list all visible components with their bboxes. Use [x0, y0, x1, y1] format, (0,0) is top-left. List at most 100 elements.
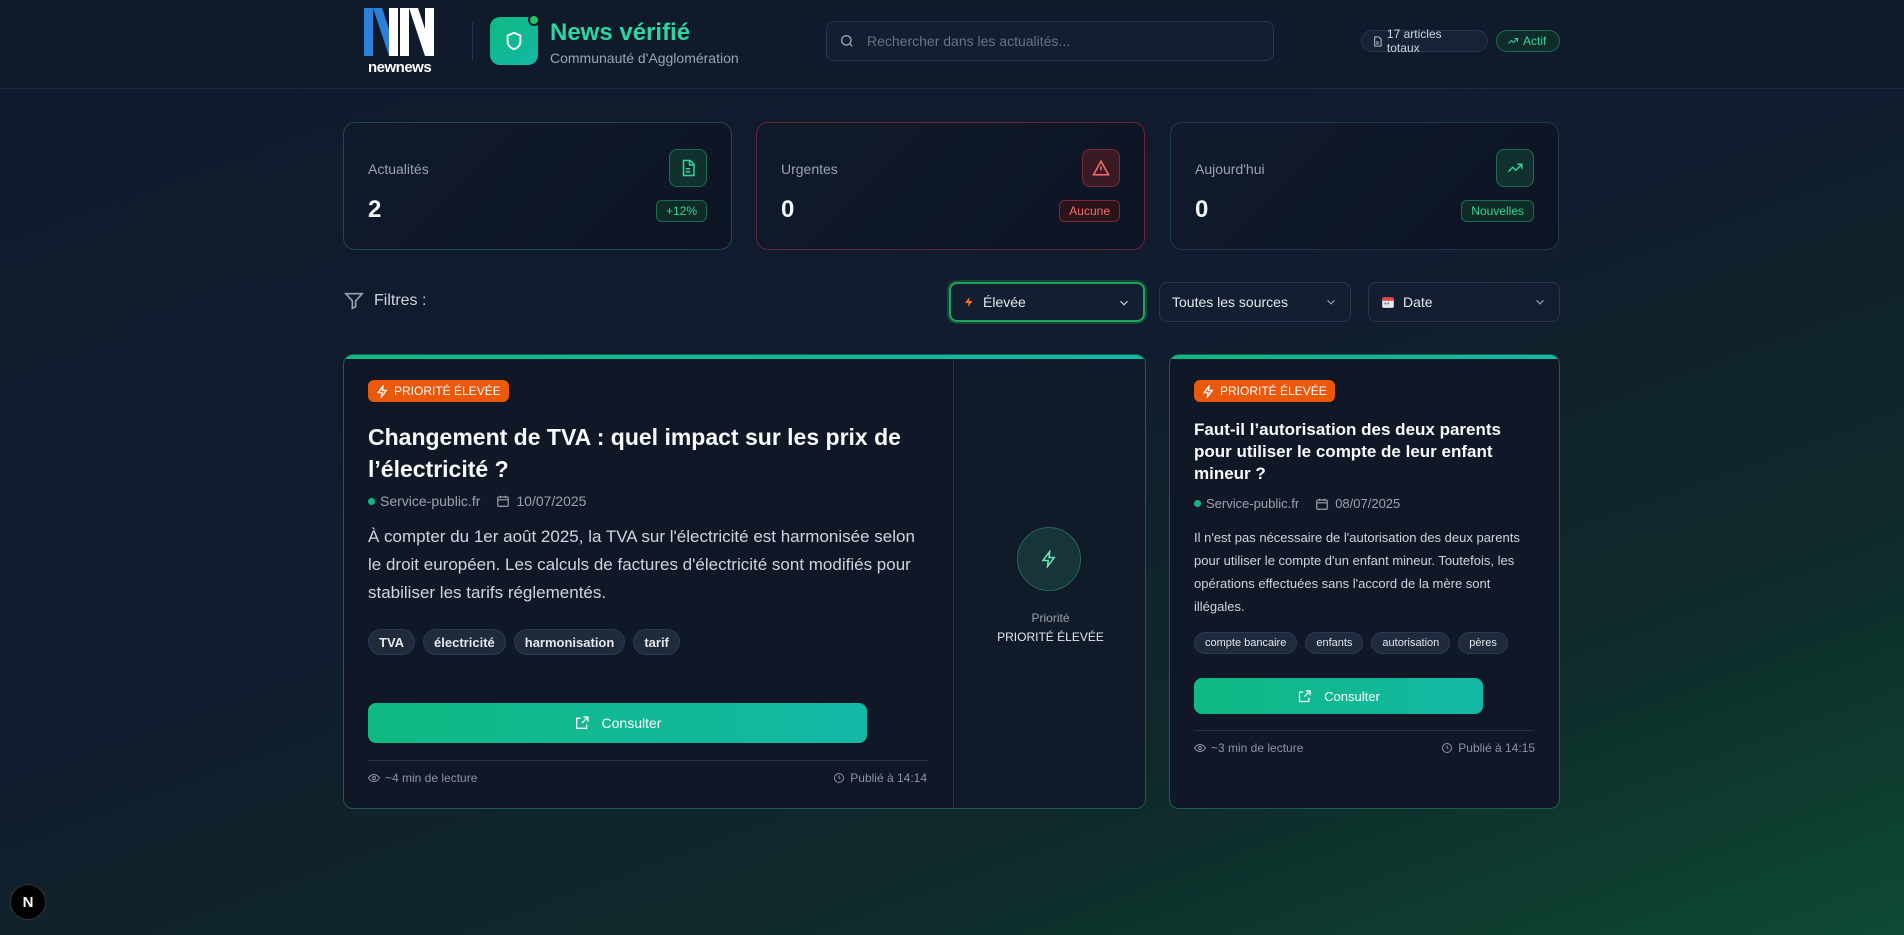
filters-label: Filtres :: [344, 292, 426, 310]
article-meta: Service-public.fr 10/07/2025: [368, 493, 586, 509]
stat-value: 0: [1195, 196, 1209, 223]
calendar-icon: [497, 495, 510, 507]
source-filter-value: Toutes les sources: [1172, 294, 1288, 310]
online-status-dot: [528, 14, 540, 26]
article-excerpt: À compter du 1er août 2025, la TVA sur l…: [368, 527, 915, 602]
article-meta: Service-public.fr 08/07/2025: [1194, 496, 1400, 511]
reading-time-text: ~4 min de lecture: [385, 771, 478, 785]
lightning-icon: [376, 384, 388, 398]
total-articles-text: 17 articles totaux: [1386, 27, 1442, 55]
tag[interactable]: autorisation: [1371, 632, 1451, 654]
stat-card-actualites: Actualités 2 +12%: [343, 122, 732, 250]
active-status-text: Actif: [1523, 34, 1547, 48]
stat-card-urgentes: Urgentes 0 Aucune: [756, 122, 1145, 250]
article-title[interactable]: Faut-il l’autorisation des deux parents …: [1194, 419, 1534, 485]
source-filter-select[interactable]: Toutes les sources: [1159, 282, 1351, 322]
filters-label-text: Filtres :: [374, 292, 427, 309]
side-priority-label: Priorité: [1031, 611, 1070, 625]
tag[interactable]: harmonisation: [513, 629, 626, 655]
priority-badge: PRIORITÉ ÉLEVÉE: [368, 380, 509, 402]
stat-value: 0: [781, 196, 795, 223]
article-tags: compte bancaire enfants autorisation pèr…: [1194, 632, 1508, 654]
logo-word: newnews: [368, 59, 432, 76]
eye-icon: [1194, 743, 1206, 753]
stat-label: Aujourd'hui: [1195, 161, 1265, 177]
article-excerpt: Il n'est pas nécessaire de l'autorisatio…: [1194, 530, 1520, 614]
stat-value: 2: [368, 196, 382, 223]
tag[interactable]: enfants: [1305, 632, 1364, 654]
stat-badge: Aucune: [1059, 200, 1120, 222]
card-divider: [368, 760, 929, 761]
external-link-icon: [575, 716, 589, 729]
priority-badge: PRIORITÉ ÉLEVÉE: [1194, 380, 1335, 402]
lightning-icon: [1017, 527, 1081, 591]
lightning-icon: [965, 297, 973, 307]
newnews-logo[interactable]: newnews: [363, 8, 435, 76]
trending-up-icon: [1508, 38, 1518, 44]
chevron-down-icon: [1120, 300, 1128, 306]
reading-time-text: ~3 min de lecture: [1211, 741, 1304, 755]
published-time-text: Publié à 14:15: [1458, 741, 1535, 755]
card-accent-bar: [1170, 355, 1559, 359]
trending-up-icon: [1496, 149, 1534, 187]
clock-icon: [1442, 743, 1453, 753]
tag[interactable]: tarif: [633, 629, 680, 655]
article-card[interactable]: PRIORITÉ ÉLEVÉE Faut-il l’autorisation d…: [1169, 354, 1560, 809]
side-priority-value: PRIORITÉ ÉLEVÉE: [997, 630, 1104, 644]
search-bar[interactable]: [826, 21, 1274, 61]
file-text-icon: [669, 149, 707, 187]
priority-badge-text: PRIORITÉ ÉLEVÉE: [394, 384, 501, 398]
active-status-badge: Actif: [1496, 30, 1560, 52]
alert-triangle-icon: [1082, 149, 1120, 187]
consult-button-label: Consulter: [1324, 688, 1380, 704]
external-link-icon: [1299, 689, 1311, 702]
total-articles-badge: 17 articles totaux: [1361, 27, 1488, 55]
stat-label: Actualités: [368, 161, 429, 177]
chevron-down-icon: [1327, 299, 1335, 305]
tag[interactable]: électricité: [423, 629, 506, 655]
published-time: Publié à 14:14: [833, 771, 927, 785]
filter-icon: [344, 292, 364, 310]
eye-icon: [368, 773, 380, 783]
sort-filter-value: Date: [1403, 294, 1433, 310]
search-input[interactable]: [867, 33, 1257, 49]
logo-mark-icon: [364, 8, 434, 56]
priority-filter-value: Élevée: [983, 294, 1026, 310]
header-divider: [472, 22, 473, 60]
card-divider: [1194, 730, 1534, 731]
consult-button[interactable]: Consulter: [368, 703, 867, 743]
brand-title: News vérifié: [550, 19, 691, 46]
tag[interactable]: compte bancaire: [1194, 632, 1298, 654]
sort-filter-select[interactable]: Date: [1368, 282, 1560, 322]
reading-time: ~3 min de lecture: [1194, 741, 1303, 755]
brand-subtitle: Communauté d'Agglomération: [550, 50, 739, 66]
top-header: newnews News vérifié Communauté d'Agglom…: [0, 0, 1904, 89]
priority-badge-text: PRIORITÉ ÉLEVÉE: [1220, 384, 1327, 398]
calendar-icon: [1382, 297, 1394, 308]
priority-filter-select[interactable]: Élevée: [949, 282, 1145, 322]
chevron-down-icon: [1536, 299, 1544, 305]
file-icon: [1374, 35, 1382, 47]
lightning-icon: [1202, 384, 1214, 398]
tag[interactable]: pères: [1458, 632, 1508, 654]
article-tags: TVA électricité harmonisation tarif: [368, 629, 680, 655]
published-time-text: Publié à 14:14: [850, 771, 927, 785]
stat-card-aujourdhui: Aujourd'hui 0 Nouvelles: [1170, 122, 1559, 250]
stat-badge: +12%: [655, 200, 707, 222]
reading-time: ~4 min de lecture: [368, 771, 477, 785]
consult-button[interactable]: Consulter: [1194, 678, 1483, 714]
article-date: 08/07/2025: [1335, 496, 1401, 511]
tag[interactable]: TVA: [368, 629, 416, 655]
stat-badge: Nouvelles: [1461, 200, 1534, 222]
published-time: Publié à 14:15: [1441, 741, 1535, 755]
calendar-icon: [1316, 498, 1329, 510]
search-icon: [841, 35, 853, 47]
priority-side-panel: Priorité PRIORITÉ ÉLEVÉE: [953, 359, 1145, 808]
source-dot: [1194, 500, 1201, 507]
article-card[interactable]: PRIORITÉ ÉLEVÉE Changement de TVA : quel…: [343, 354, 1146, 809]
article-title[interactable]: Changement de TVA : quel impact sur les …: [368, 421, 928, 485]
article-source: Service-public.fr: [1206, 496, 1300, 511]
clock-icon: [834, 773, 845, 783]
next-dev-badge[interactable]: N: [10, 884, 46, 920]
article-date: 10/07/2025: [516, 493, 587, 509]
